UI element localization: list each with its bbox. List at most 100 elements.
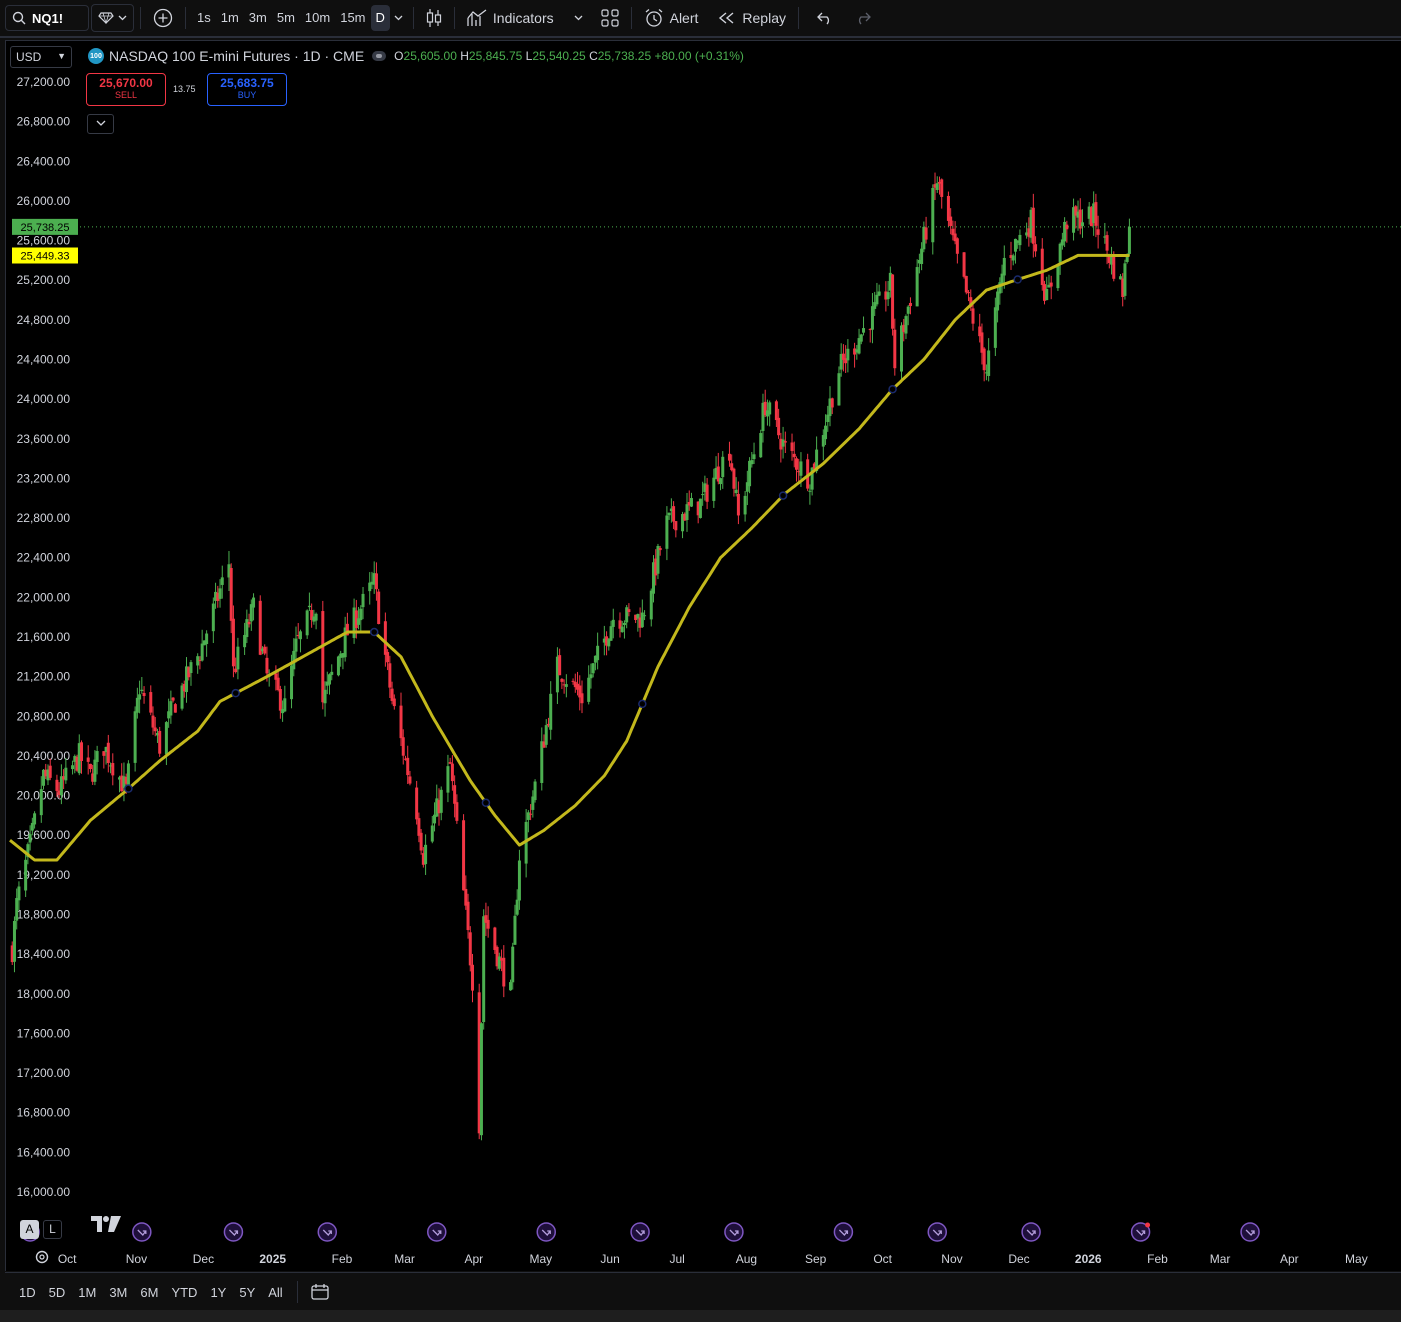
event-marker-icon[interactable] (536, 1222, 556, 1242)
goto-date-button[interactable] (304, 1283, 336, 1301)
range-5d[interactable]: 5D (45, 1285, 70, 1300)
event-marker-icon[interactable] (132, 1222, 152, 1242)
ma-marker[interactable] (231, 688, 240, 698)
y-tick-label: 21,600.00 (17, 630, 71, 644)
legend-title[interactable]: NASDAQ 100 E-mini Futures · 1D · CME (109, 48, 364, 64)
candle-body (759, 433, 763, 458)
candle-body (383, 621, 387, 655)
change-value: +80.00 (+0.31%) (654, 49, 744, 63)
candle-body (1094, 202, 1098, 226)
timeframe-D[interactable]: D (370, 5, 390, 31)
market-status-icon[interactable] (372, 51, 387, 61)
candle-body (482, 916, 486, 1023)
open-value: 25,605.00 (403, 49, 457, 63)
sell-label: SELL (114, 90, 138, 100)
price-chart[interactable]: 16,000.00 16,400.00 16,800.00 17,200.00 17,6… (6, 41, 1401, 1271)
candle-body (401, 737, 405, 756)
candle-body (95, 751, 99, 762)
range-6m[interactable]: 6M (136, 1285, 162, 1300)
range-3m[interactable]: 3M (105, 1285, 131, 1300)
candle-body (752, 454, 756, 460)
ma-marker[interactable] (638, 699, 647, 709)
event-marker-icon[interactable] (223, 1222, 244, 1242)
alert-button[interactable]: Alert (638, 8, 705, 28)
currency-select[interactable]: USD ▼ (10, 46, 72, 68)
range-1d[interactable]: 1D (15, 1285, 40, 1300)
replay-button[interactable]: Replay (712, 10, 792, 26)
x-tick-label: Feb (332, 1252, 353, 1266)
event-marker-icon[interactable] (1240, 1222, 1260, 1242)
event-marker-icon[interactable] (630, 1222, 650, 1242)
candle-body (28, 834, 32, 843)
ma-marker[interactable] (1013, 275, 1022, 284)
timeframe-15m[interactable]: 15m (335, 5, 370, 31)
candle-body (987, 350, 991, 376)
collapse-legend-button[interactable] (87, 114, 114, 134)
compare-dropdown[interactable] (91, 4, 134, 32)
ma-marker[interactable] (124, 784, 133, 793)
candle-body (493, 927, 497, 950)
candle-body (377, 591, 381, 625)
range-all[interactable]: All (264, 1285, 286, 1300)
event-marker-icon[interactable] (927, 1222, 948, 1242)
timeframe-1s[interactable]: 1s (192, 5, 216, 31)
candle-body (685, 504, 689, 521)
indicators-button[interactable]: Indicators (461, 9, 589, 27)
candle-body (993, 307, 997, 348)
chart-area[interactable]: 16,000.00 16,400.00 16,800.00 17,200.00 17,6… (5, 40, 1401, 1271)
candle-body (359, 608, 363, 621)
candle-body (479, 1023, 483, 1136)
candle-body (138, 694, 142, 700)
range-1y[interactable]: 1Y (206, 1285, 230, 1300)
candle-body (245, 619, 249, 638)
event-marker-icon[interactable] (833, 1222, 854, 1242)
event-marker-icon[interactable] (1021, 1222, 1041, 1242)
timeframe-group: 1s 1m 3m 5m 10m 15m D (192, 5, 390, 31)
chart-type-button[interactable] (420, 8, 448, 28)
event-alert-dot (1145, 1222, 1151, 1228)
log-scale-button[interactable]: L (43, 1220, 62, 1239)
event-marker-icon[interactable] (317, 1222, 338, 1242)
range-ytd[interactable]: YTD (167, 1285, 201, 1300)
x-tick-label: Oct (58, 1252, 77, 1266)
auto-scale-button[interactable]: A (20, 1220, 39, 1239)
candle-body (940, 179, 944, 197)
timeframe-dropdown[interactable] (390, 15, 407, 21)
buy-button[interactable]: 25,683.75 BUY (207, 73, 287, 106)
candle-body (774, 401, 778, 421)
candle-body (1056, 265, 1060, 289)
divider (630, 7, 632, 29)
undo-button[interactable] (811, 11, 839, 25)
event-marker-icon[interactable] (724, 1222, 744, 1242)
tradingview-logo[interactable] (90, 1214, 122, 1234)
timeframe-10m[interactable]: 10m (300, 5, 335, 31)
range-1m[interactable]: 1M (74, 1285, 100, 1300)
layouts-button[interactable] (595, 9, 625, 27)
grid-icon (601, 9, 619, 27)
candle-body (399, 705, 403, 739)
candle-body (265, 657, 269, 674)
timeframe-1m[interactable]: 1m (216, 5, 244, 31)
calendar-icon (311, 1284, 329, 1300)
event-marker-icon[interactable] (427, 1222, 447, 1242)
settings-gear-icon[interactable] (33, 1248, 51, 1266)
redo-button[interactable] (849, 11, 877, 25)
indicators-label: Indicators (492, 10, 554, 26)
ma-marker[interactable] (778, 491, 788, 500)
ma-marker[interactable] (369, 627, 379, 637)
symbol-search[interactable]: NQ1! (5, 5, 89, 31)
y-tick-label: 17,600.00 (17, 1026, 71, 1040)
ma-marker[interactable] (481, 798, 491, 808)
footer-strip (0, 1310, 1401, 1322)
add-symbol-button[interactable] (147, 8, 179, 28)
rewind-icon (719, 12, 734, 24)
ma-marker[interactable] (888, 384, 897, 394)
candle-body (658, 547, 662, 551)
range-5y[interactable]: 5Y (235, 1285, 259, 1300)
high-key: H (460, 49, 469, 63)
sell-button[interactable]: 25,670.00 SELL (86, 73, 166, 106)
candle-body (517, 860, 521, 901)
timeframe-3m[interactable]: 3m (244, 5, 272, 31)
timeframe-5m[interactable]: 5m (272, 5, 300, 31)
candle-body (48, 765, 52, 778)
